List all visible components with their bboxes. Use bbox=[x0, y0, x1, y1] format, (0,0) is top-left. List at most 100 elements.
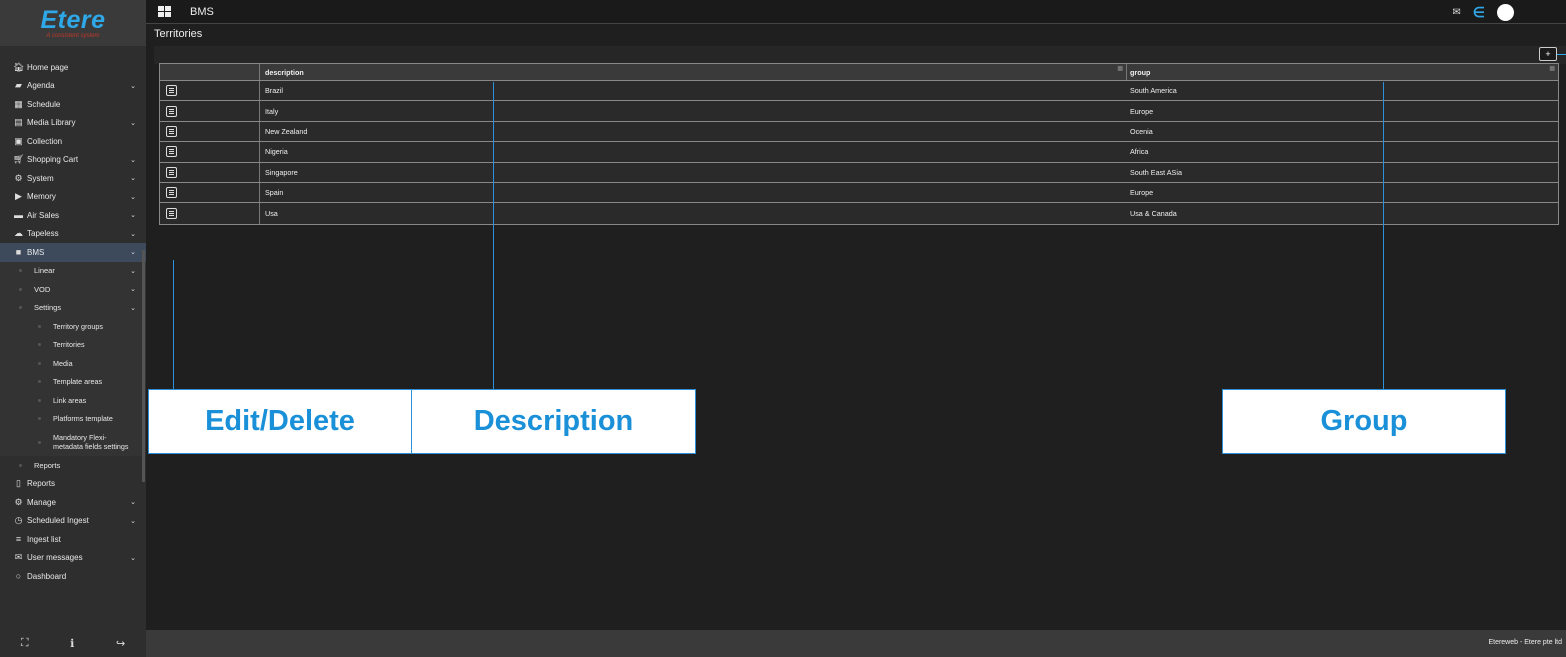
sidebar-item-label: Template areas bbox=[53, 377, 103, 387]
apps-grid-icon[interactable] bbox=[158, 6, 171, 17]
calendar-icon: ▦ bbox=[14, 98, 23, 109]
logo[interactable]: Etere A consistent system bbox=[0, 0, 146, 46]
sidebar-item-label: Scheduled Ingest bbox=[27, 516, 89, 526]
sidebar-item-manage[interactable]: ⚙ Manage ⌄ bbox=[0, 493, 146, 512]
briefcase-icon: ▬ bbox=[14, 210, 23, 221]
annotation-callout-box: Edit/Delete Description bbox=[148, 389, 696, 454]
collection-icon: ▣ bbox=[14, 135, 23, 146]
sidebar-item-air-sales[interactable]: ▬ Air Sales ⌄ bbox=[0, 206, 146, 225]
sidebar-item-territory-groups[interactable]: Territory groups bbox=[0, 317, 146, 336]
sidebar-item-label: Reports bbox=[34, 460, 61, 470]
chevron-down-icon: ⌄ bbox=[130, 304, 136, 312]
tree-dot bbox=[38, 361, 41, 365]
info-icon[interactable]: ℹ bbox=[70, 637, 74, 650]
column-menu-icon[interactable]: ▦ bbox=[1549, 65, 1555, 72]
row-menu-icon[interactable] bbox=[166, 166, 177, 178]
tree-dot bbox=[19, 269, 22, 273]
table-row[interactable]: Singapore South East ASia bbox=[160, 162, 1558, 183]
cogs-icon: ⚙ bbox=[14, 496, 23, 507]
row-menu-icon[interactable] bbox=[166, 187, 177, 199]
sidebar-item-scheduled-ingest[interactable]: ◷ Scheduled Ingest ⌄ bbox=[0, 512, 146, 531]
sidebar-item-link-areas[interactable]: Link areas bbox=[0, 391, 146, 410]
sidebar-item-user-messages[interactable]: ✉ User messages ⌄ bbox=[0, 549, 146, 568]
column-header-group[interactable]: group ▦ bbox=[1127, 64, 1558, 80]
top-bar: BMS ✉ ∈ bbox=[146, 0, 1566, 24]
callout-group: Group bbox=[1222, 389, 1506, 454]
table-row[interactable]: Nigeria Africa bbox=[160, 142, 1558, 163]
avatar[interactable] bbox=[1497, 4, 1514, 21]
cell-description: New Zealand bbox=[265, 126, 308, 136]
sidebar-item-collection[interactable]: ▣ Collection bbox=[0, 132, 146, 151]
sidebar-item-label: Linear bbox=[34, 266, 55, 276]
sidebar-item-tapeless[interactable]: ☁ Tapeless ⌄ bbox=[0, 225, 146, 244]
sidebar: Etere A consistent system 🏠︎ Home page ▰ A… bbox=[0, 0, 146, 657]
sidebar-item-settings[interactable]: Settings ⌄ bbox=[0, 298, 146, 317]
chevron-down-icon: ⌄ bbox=[130, 175, 136, 183]
table-row[interactable]: Brazil South America bbox=[160, 81, 1558, 102]
sidebar-item-agenda[interactable]: ▰ Agenda ⌄ bbox=[0, 77, 146, 96]
sidebar-item-label: Mandatory Flexi-metadata fields settings bbox=[53, 433, 129, 451]
cart-icon: 🛒︎ bbox=[13, 154, 25, 165]
cell-description: Usa bbox=[265, 209, 278, 219]
row-actions bbox=[160, 121, 260, 142]
sidebar-item-system[interactable]: ⚙ System ⌄ bbox=[0, 169, 146, 188]
video-camera-icon: ■ bbox=[15, 247, 22, 258]
add-button[interactable]: + bbox=[1539, 47, 1557, 61]
sidebar-item-shopping-cart[interactable]: 🛒︎ Shopping Cart ⌄ bbox=[0, 151, 146, 170]
sidebar-item-mandatory-flexi-metadata[interactable]: Mandatory Flexi-metadata fields settings bbox=[0, 428, 146, 456]
sidebar-item-platforms-template[interactable]: Platforms template bbox=[0, 409, 146, 428]
column-header-description[interactable]: description ▦ bbox=[260, 64, 1127, 80]
chevron-down-icon: ⌄ bbox=[130, 499, 136, 507]
logo-brand: Etere bbox=[40, 6, 106, 34]
row-menu-icon[interactable] bbox=[166, 208, 177, 220]
sidebar-item-bms[interactable]: ■ BMS ⌄ bbox=[0, 243, 146, 262]
sidebar-item-memory[interactable]: ▶ Memory ⌄ bbox=[0, 188, 146, 207]
table-row[interactable]: Italy Europe bbox=[160, 101, 1558, 122]
sidebar-item-territories[interactable]: Territories bbox=[0, 335, 146, 354]
sidebar-item-reports-sub[interactable]: Reports bbox=[0, 456, 146, 475]
document-icon: ▯ bbox=[16, 478, 21, 489]
app-title: BMS bbox=[190, 5, 214, 18]
table-header: description ▦ group ▦ bbox=[160, 64, 1558, 81]
sidebar-item-label: Reports bbox=[27, 479, 56, 489]
chevron-down-icon: ⌄ bbox=[130, 517, 136, 525]
sidebar-item-ingest-list[interactable]: ≡ Ingest list bbox=[0, 530, 146, 549]
annotation-line-description bbox=[493, 82, 494, 389]
fullscreen-icon[interactable]: ⛶ bbox=[21, 637, 29, 650]
sidebar-scrollbar[interactable] bbox=[142, 250, 145, 482]
table-row[interactable]: New Zealand Ocenia bbox=[160, 121, 1558, 143]
logo-tagline: A consistent system bbox=[46, 33, 100, 39]
etere-logo-icon[interactable]: ∈ bbox=[1473, 4, 1485, 21]
sidebar-item-template-areas[interactable]: Template areas bbox=[0, 372, 146, 391]
sidebar-item-media[interactable]: Media bbox=[0, 354, 146, 373]
footer-text: Etereweb - Etere pte ltd bbox=[1488, 639, 1562, 646]
sidebar-item-schedule[interactable]: ▦ Schedule bbox=[0, 95, 146, 114]
table-row[interactable]: Usa Usa & Canada bbox=[160, 203, 1558, 224]
row-menu-icon[interactable] bbox=[166, 125, 177, 137]
gears-icon: ⚙ bbox=[14, 172, 23, 183]
film-icon: ▤ bbox=[14, 117, 23, 128]
column-menu-icon[interactable]: ▦ bbox=[1117, 65, 1123, 72]
logout-icon[interactable]: ↪ bbox=[116, 637, 125, 650]
sidebar-item-reports[interactable]: ▯ Reports bbox=[0, 475, 146, 494]
cell-description: Singapore bbox=[265, 167, 298, 177]
row-menu-icon[interactable] bbox=[166, 105, 177, 117]
sidebar-item-media-library[interactable]: ▤ Media Library ⌄ bbox=[0, 114, 146, 133]
sidebar-item-vod[interactable]: VOD ⌄ bbox=[0, 280, 146, 299]
table-row[interactable]: Spain Europe bbox=[160, 182, 1558, 204]
sidebar-item-label: System bbox=[27, 173, 54, 183]
row-menu-icon[interactable] bbox=[166, 146, 177, 158]
column-header-label: description bbox=[265, 67, 304, 77]
cell-description: Brazil bbox=[265, 86, 283, 96]
row-menu-icon[interactable] bbox=[166, 85, 177, 97]
sidebar-item-home-page[interactable]: 🏠︎ Home page bbox=[0, 58, 146, 77]
sidebar-item-label: Media Library bbox=[27, 118, 76, 128]
sidebar-item-dashboard[interactable]: ○ Dashboard bbox=[0, 567, 146, 586]
sidebar-item-linear[interactable]: Linear ⌄ bbox=[0, 261, 146, 280]
chevron-down-icon: ⌄ bbox=[130, 230, 136, 238]
mail-icon[interactable]: ✉ bbox=[1452, 7, 1460, 18]
sidebar-item-label: Territory groups bbox=[53, 321, 103, 331]
cell-description: Spain bbox=[265, 188, 284, 198]
cell-description: Nigeria bbox=[265, 147, 288, 157]
chevron-down-icon: ⌄ bbox=[130, 193, 136, 201]
